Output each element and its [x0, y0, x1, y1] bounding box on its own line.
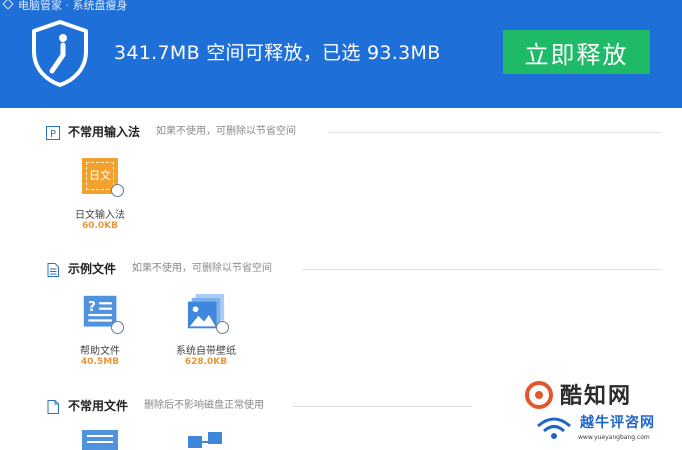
item-japanese-ime[interactable]: 日文 日文输入法 60.0KB	[60, 158, 140, 238]
window-title: 电脑管家 · 系统盘瘦身	[0, 0, 138, 14]
section-divider	[328, 132, 662, 133]
item-size: 40.5MB	[80, 357, 120, 367]
header-banner: 电脑管家 · 系统盘瘦身 341.7MB 空间可释放，已选 93.3MB 立即释…	[0, 0, 682, 108]
item-checkbox[interactable]	[216, 321, 229, 334]
partial-network-icon	[188, 432, 224, 450]
watermark-yueniu: 越牛评咨网 www.yueyangbang.com	[534, 410, 682, 450]
item-size: 628.0KB	[184, 357, 228, 367]
shield-icon	[32, 20, 88, 87]
input-method-section-icon: P	[46, 126, 60, 140]
section-divider	[302, 269, 662, 270]
svg-text:P: P	[50, 129, 56, 140]
wifi-logo-icon	[537, 417, 571, 439]
item-name: 系统自带壁纸	[176, 346, 236, 357]
item-checkbox[interactable]	[111, 184, 124, 197]
item-system-wallpapers[interactable]: 系统自带壁纸 628.0KB	[166, 294, 246, 374]
section-description: 如果不使用，可删除以节省空间	[156, 126, 296, 137]
section-title: 示例文件	[68, 262, 117, 276]
section-title: 不常用文件	[68, 399, 129, 413]
watermark-kuzhi: 酷知网	[524, 378, 674, 412]
release-summary: 341.7MB 空间可释放，已选 93.3MB	[114, 42, 441, 64]
kuzhi-logo-icon	[525, 381, 553, 409]
section-description: 如果不使用，可删除以节省空间	[132, 263, 272, 274]
file-section-icon	[47, 400, 59, 414]
svg-text:?: ?	[88, 299, 96, 315]
section-divider	[292, 406, 472, 407]
section-sample-files: 示例文件 如果不使用，可删除以节省空间	[46, 261, 662, 279]
item-checkbox[interactable]	[111, 321, 124, 334]
document-section-icon	[47, 263, 59, 277]
partial-file-icon	[82, 430, 118, 450]
item-size: 60.0KB	[81, 221, 119, 231]
item-name: 日文输入法	[75, 210, 125, 221]
item-help-files[interactable]: ? 帮助文件 40.5MB	[60, 294, 140, 374]
item-name: 帮助文件	[80, 346, 120, 357]
section-description: 删除后不影响磁盘正常使用	[144, 400, 264, 411]
section-input-methods: P 不常用输入法 如果不使用，可删除以节省空间	[46, 124, 662, 142]
diamond-icon	[2, 0, 14, 10]
section-title: 不常用输入法	[68, 125, 141, 139]
release-now-button[interactable]: 立即释放	[503, 30, 650, 74]
